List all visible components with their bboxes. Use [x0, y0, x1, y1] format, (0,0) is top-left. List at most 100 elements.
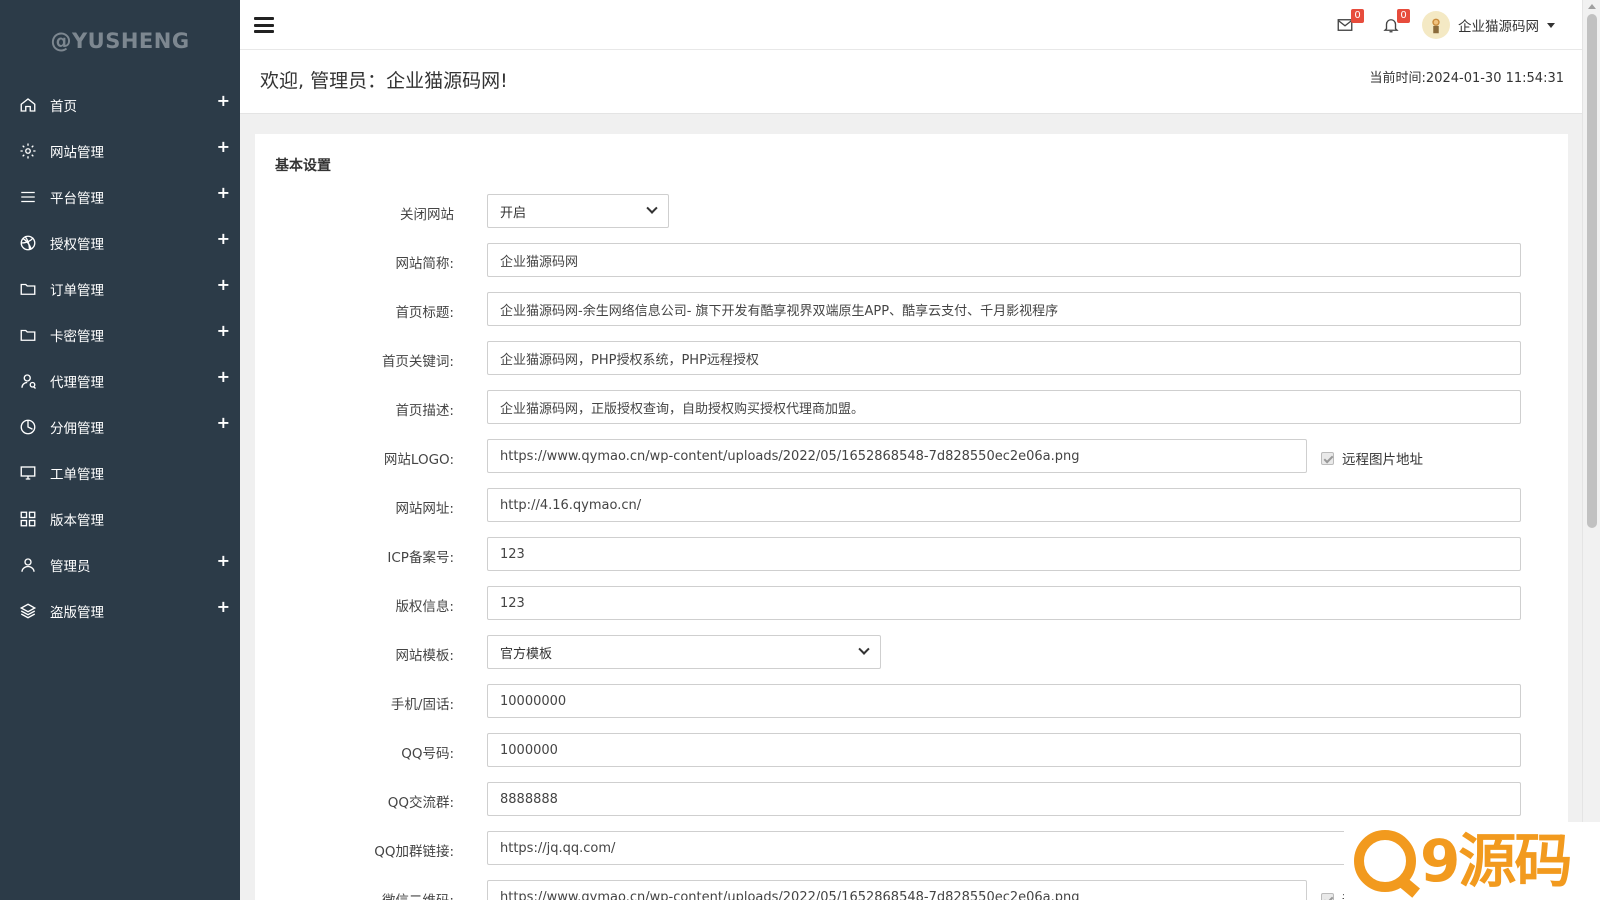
sidebar-item-label: 管理员	[50, 559, 91, 575]
remote-image-checkbox[interactable]: 远程图片地址	[1321, 448, 1423, 468]
plus-icon[interactable]: +	[217, 229, 230, 248]
field-label: 网站模板:	[395, 648, 454, 664]
field-label: 首页描述:	[395, 403, 454, 419]
row-close-site: 关闭网站 开启	[255, 194, 1568, 228]
bell-icon[interactable]: 0	[1382, 9, 1410, 36]
field-label: 版权信息:	[395, 599, 454, 615]
field-label: 手机/固话:	[390, 697, 454, 713]
checkbox-label: 远程图片地址	[1342, 452, 1423, 468]
row-site-short-name: 网站简称:	[255, 243, 1568, 277]
watermark-logo: 9源码	[1344, 822, 1600, 900]
sidebar-item-label: 盗版管理	[50, 605, 104, 621]
dribbble-icon	[18, 233, 38, 253]
panel-title: 基本设置	[275, 158, 331, 174]
close-site-select[interactable]: 开启	[487, 194, 669, 228]
chevron-down-icon	[858, 643, 870, 655]
top-bar: 0 0 企业猫源码网	[240, 0, 1582, 50]
row-template: 网站模板: 官方模板	[255, 635, 1568, 669]
sidebar-item-agent-management[interactable]: 代理管理 +	[0, 358, 240, 404]
field-label: 微信二维码:	[382, 889, 454, 900]
sidebar-item-label: 代理管理	[50, 375, 104, 391]
row-qq-group: QQ交流群:	[255, 782, 1568, 816]
plus-icon[interactable]: +	[217, 91, 230, 110]
plus-icon[interactable]: +	[217, 597, 230, 616]
home-keywords-input[interactable]	[487, 341, 1521, 375]
page-header: 欢迎, 管理员：企业猫源码网! 当前时间:2024-01-30 11:54:31	[240, 50, 1582, 114]
checkbox[interactable]	[1321, 892, 1334, 900]
home-title-input[interactable]	[487, 292, 1521, 326]
page-scrollbar[interactable]	[1582, 0, 1600, 900]
field-label: ICP备案号:	[387, 550, 454, 566]
row-site-url: 网站网址:	[255, 488, 1568, 522]
plus-icon[interactable]: +	[217, 321, 230, 340]
current-time: 当前时间:2024-01-30 11:54:31	[1369, 71, 1564, 86]
sidebar-item-label: 订单管理	[50, 283, 104, 299]
sidebar-item-label: 网站管理	[50, 145, 104, 161]
sidebar-item-platform-management[interactable]: 平台管理 +	[0, 174, 240, 220]
row-home-desc: 首页描述:	[255, 390, 1568, 424]
scroll-up-icon[interactable]	[1588, 4, 1596, 9]
row-home-keywords: 首页关键词:	[255, 341, 1568, 375]
site-url-input[interactable]	[487, 488, 1521, 522]
plus-icon[interactable]: +	[217, 551, 230, 570]
clock-icon	[18, 417, 38, 437]
select-value: 开启	[500, 205, 527, 221]
sidebar-item-label: 首页	[50, 99, 77, 115]
mail-badge: 0	[1351, 9, 1364, 23]
home-desc-input[interactable]	[487, 390, 1521, 424]
plus-icon[interactable]: +	[217, 137, 230, 156]
field-label: 关闭网站	[400, 207, 454, 223]
template-select[interactable]: 官方模板	[487, 635, 881, 669]
field-label: 网站简称:	[395, 256, 454, 272]
chevron-down-icon	[646, 202, 658, 214]
watermark-q-icon	[1354, 830, 1416, 892]
home-icon	[18, 95, 38, 115]
scroll-thumb[interactable]	[1587, 14, 1597, 528]
plus-icon[interactable]: +	[217, 413, 230, 432]
field-label: 首页标题:	[395, 305, 454, 321]
field-label: 网站LOGO:	[383, 452, 454, 468]
user-menu[interactable]: 企业猫源码网	[1422, 11, 1555, 39]
sidebar-item-label: 卡密管理	[50, 329, 104, 345]
plus-icon[interactable]: +	[217, 275, 230, 294]
watermark-text: 9源码	[1420, 827, 1572, 895]
icp-input[interactable]	[487, 537, 1521, 571]
avatar	[1422, 11, 1450, 39]
sidebar-item-site-management[interactable]: 网站管理 +	[0, 128, 240, 174]
list-icon	[18, 187, 38, 207]
sidebar-item-label: 工单管理	[50, 467, 104, 483]
sidebar-item-order-management[interactable]: 订单管理 +	[0, 266, 240, 312]
brand-logo: @YUSHENG	[50, 29, 190, 53]
plus-icon[interactable]: +	[217, 183, 230, 202]
agent-icon	[18, 371, 38, 391]
sidebar-item-label: 分佣管理	[50, 421, 104, 437]
qq-input[interactable]	[487, 733, 1521, 767]
row-phone: 手机/固话:	[255, 684, 1568, 718]
checkbox[interactable]	[1321, 451, 1334, 465]
row-home-title: 首页标题:	[255, 292, 1568, 326]
sidebar-item-version-management[interactable]: 版本管理	[0, 496, 240, 542]
row-icp: ICP备案号:	[255, 537, 1568, 571]
caret-down-icon	[1547, 22, 1555, 28]
sidebar-item-license-management[interactable]: 授权管理 +	[0, 220, 240, 266]
sidebar-item-admin[interactable]: 管理员 +	[0, 542, 240, 588]
site-logo-input[interactable]	[487, 439, 1307, 473]
folder-icon	[18, 279, 38, 299]
copyright-input[interactable]	[487, 586, 1521, 620]
sidebar-item-ticket-management[interactable]: 工单管理	[0, 450, 240, 496]
sidebar-item-card-management[interactable]: 卡密管理 +	[0, 312, 240, 358]
user-name: 企业猫源码网	[1458, 19, 1539, 35]
gear-icon	[18, 141, 38, 161]
sidebar-item-piracy-management[interactable]: 盗版管理 +	[0, 588, 240, 634]
site-short-name-input[interactable]	[487, 243, 1521, 277]
plus-icon[interactable]: +	[217, 367, 230, 386]
layers-icon	[18, 601, 38, 621]
phone-input[interactable]	[487, 684, 1521, 718]
mail-icon[interactable]: 0	[1336, 9, 1364, 36]
sidebar-item-commission-management[interactable]: 分佣管理 +	[0, 404, 240, 450]
sidebar-item-home[interactable]: 首页 +	[0, 82, 240, 128]
monitor-icon	[18, 463, 38, 483]
wechat-qr-input[interactable]	[487, 880, 1307, 900]
qq-group-input[interactable]	[487, 782, 1521, 816]
menu-toggle-icon[interactable]	[254, 17, 274, 33]
